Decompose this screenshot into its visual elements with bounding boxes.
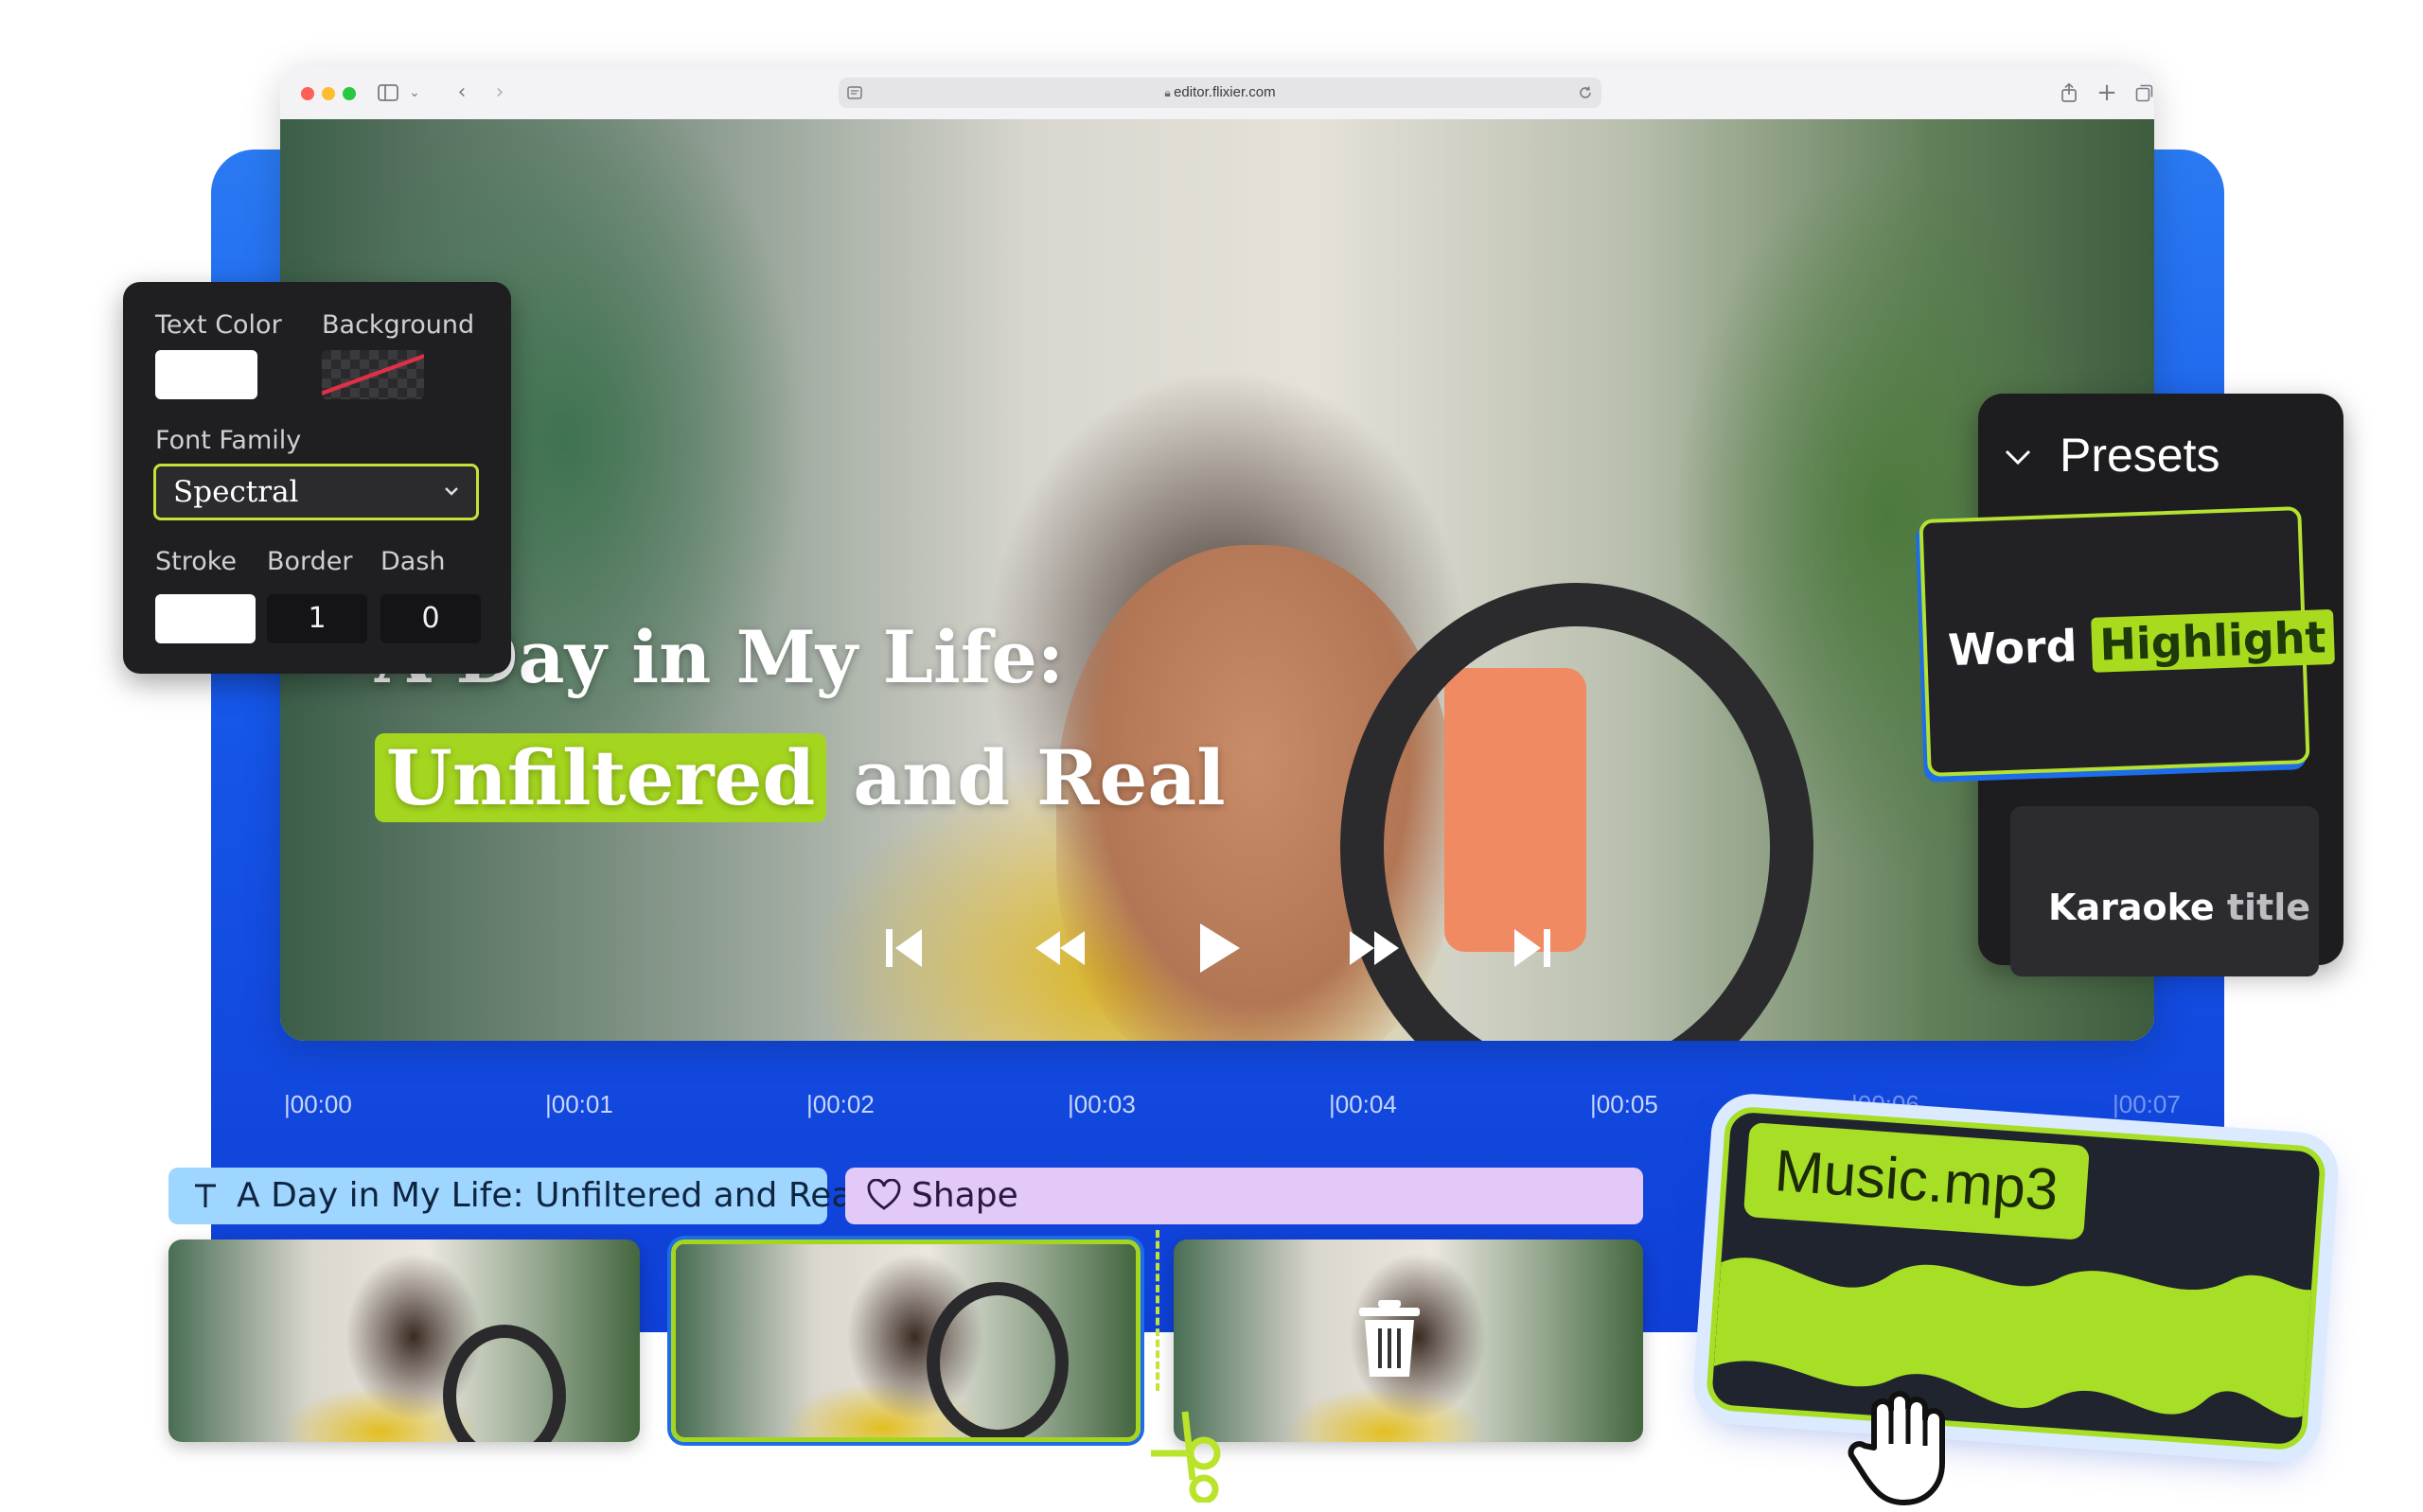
back-icon[interactable]: ‹ <box>449 79 475 106</box>
border-input[interactable]: 1 <box>267 594 367 643</box>
preset-karaoke-label: Karaoke title <box>2048 887 2310 928</box>
stroke-color-swatch[interactable] <box>155 594 256 643</box>
heart-icon <box>866 1178 902 1213</box>
close-window-button[interactable] <box>301 87 314 100</box>
timeline-tick: |00:04 <box>1329 1090 1397 1118</box>
video-preview[interactable] <box>280 119 2154 1041</box>
split-playhead[interactable] <box>1156 1230 1159 1391</box>
clip-thumbnail <box>676 1244 1136 1437</box>
audio-waveform <box>1713 1257 2324 1418</box>
forward-icon[interactable]: › <box>486 79 513 106</box>
presets-title: Presets <box>2060 429 2220 482</box>
timeline-tick: |00:05 <box>1590 1090 1658 1118</box>
video-clip-2-selected[interactable] <box>671 1239 1141 1442</box>
timeline-tick: |00:02 <box>806 1090 875 1118</box>
rewind-icon[interactable] <box>1022 910 1098 986</box>
video-clip-1[interactable] <box>168 1239 640 1442</box>
text-color-swatch[interactable] <box>155 350 257 399</box>
clip-thumbnail <box>168 1239 640 1442</box>
font-family-label: Font Family <box>155 426 302 455</box>
browser-window: ⌄ ‹ › 🔒︎ editor.flixier.com + <box>280 66 2154 1041</box>
dash-input[interactable]: 0 <box>380 594 481 643</box>
shape-track[interactable]: Shape <box>845 1168 1643 1224</box>
text-track-label: A Day in My Life: Unfiltered and Real <box>237 1176 862 1215</box>
url-label: editor.flixier.com <box>1174 84 1276 100</box>
video-title-line2[interactable]: Unfiltered and Real <box>375 733 1226 822</box>
preset-word-highlight[interactable]: Word Highlight <box>1919 506 2335 777</box>
new-tab-icon[interactable]: + <box>2094 79 2120 106</box>
chevron-down-icon[interactable] <box>1999 437 2037 475</box>
music-track[interactable]: Music.mp3 <box>1705 1105 2327 1451</box>
skip-forward-icon[interactable] <box>1494 910 1569 986</box>
address-text[interactable]: 🔒︎ editor.flixier.com <box>839 78 1601 108</box>
font-family-select[interactable]: Spectral <box>153 464 479 520</box>
reload-icon[interactable] <box>1577 84 1594 101</box>
stroke-label: Stroke <box>155 547 238 576</box>
preset-highlight-label: Highlight <box>2091 608 2335 673</box>
background-label: Background <box>322 310 475 340</box>
timeline-tick: |00:07 <box>2113 1090 2181 1118</box>
chevron-down-icon[interactable]: ⌄ <box>401 79 428 106</box>
presets-panel: Presets Word Highlight Karaoke title <box>1919 394 2343 976</box>
share-icon[interactable] <box>2056 79 2082 106</box>
skip-back-icon[interactable] <box>867 910 943 986</box>
tabs-icon[interactable] <box>2131 79 2154 106</box>
minimize-window-button[interactable] <box>322 87 335 100</box>
preset-karaoke-title[interactable]: Karaoke title <box>2010 806 2319 976</box>
text-icon <box>189 1179 221 1213</box>
background-swatch[interactable] <box>322 350 424 399</box>
shape-track-label: Shape <box>911 1176 1018 1215</box>
hand-cursor-icon <box>1846 1381 1959 1508</box>
text-track[interactable]: A Day in My Life: Unfiltered and Real <box>168 1168 861 1224</box>
lock-icon: 🔒︎ <box>1164 86 1175 99</box>
address-bar[interactable]: 🔒︎ editor.flixier.com <box>839 78 1601 108</box>
timeline-tick: |00:00 <box>284 1090 352 1118</box>
zoom-window-button[interactable] <box>343 87 356 100</box>
browser-toolbar: ⌄ ‹ › 🔒︎ editor.flixier.com + <box>280 66 2154 120</box>
timeline-tick: |00:03 <box>1068 1090 1136 1118</box>
preset-karaoke-word: Karaoke <box>2048 887 2215 928</box>
text-color-label: Text Color <box>155 310 282 340</box>
text-style-panel: Text Color Background Font Family Spectr… <box>123 282 511 674</box>
dash-label: Dash <box>380 547 446 576</box>
clip-ring-light <box>927 1282 1069 1437</box>
preset-word-highlight-label: Word Highlight <box>1947 608 2335 677</box>
font-family-value: Spectral <box>173 475 299 509</box>
fast-forward-icon[interactable] <box>1336 910 1412 986</box>
trash-icon[interactable] <box>1353 1296 1425 1381</box>
timeline-tick: |00:01 <box>545 1090 613 1118</box>
scissors-icon[interactable] <box>1141 1408 1255 1512</box>
preset-karaoke-rest: title <box>2226 887 2310 928</box>
preset-word-label: Word <box>1947 620 2078 677</box>
music-track-label-chip: Music.mp3 <box>1742 1121 2090 1240</box>
play-icon[interactable] <box>1179 910 1255 986</box>
sidebar-icon[interactable] <box>375 79 401 106</box>
chevron-down-icon <box>440 480 463 502</box>
video-title-highlight: Unfiltered <box>375 733 827 822</box>
music-track-label: Music.mp3 <box>1772 1138 2060 1223</box>
border-label: Border <box>267 547 353 576</box>
video-title-rest: and Real <box>853 733 1226 822</box>
